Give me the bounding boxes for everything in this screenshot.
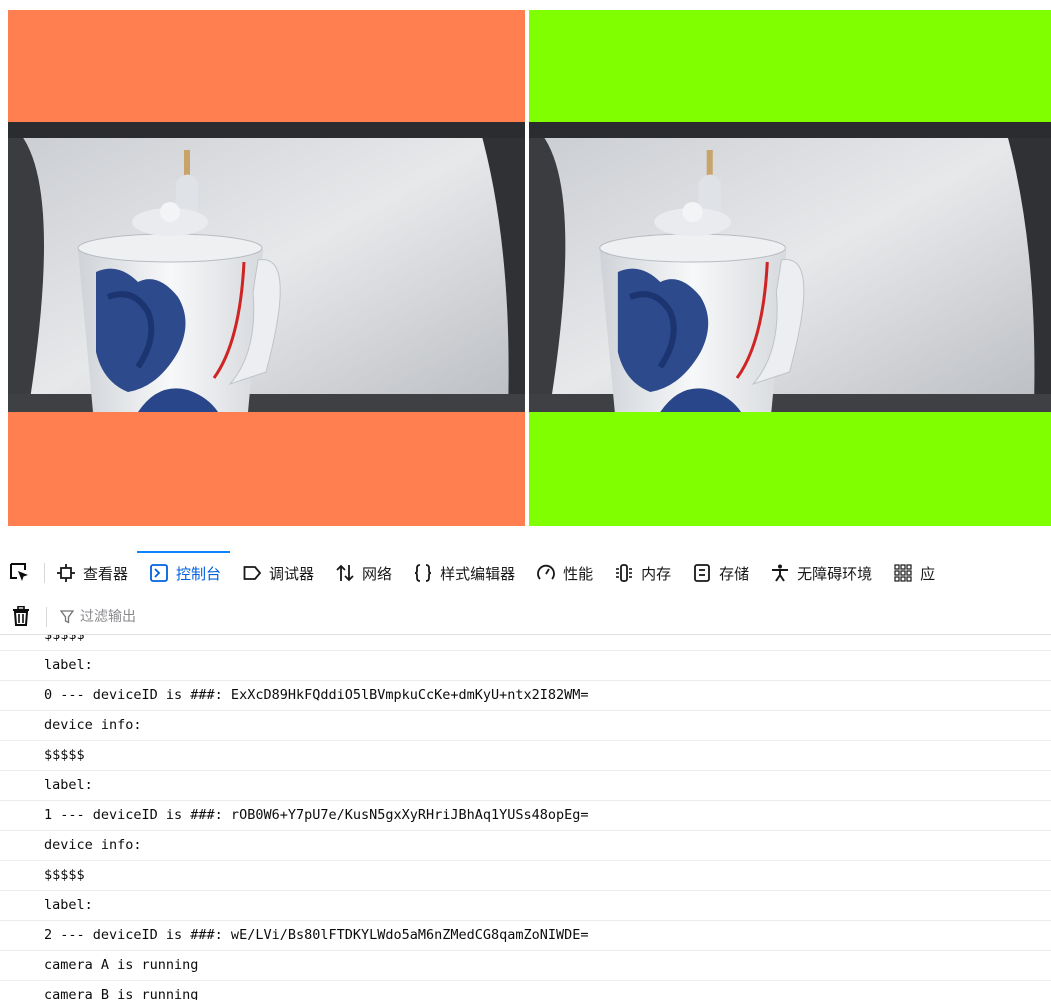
tab-label: 应 bbox=[920, 564, 936, 583]
filter-separator bbox=[46, 607, 47, 627]
tab-accessibility[interactable]: 无障碍环境 bbox=[758, 545, 881, 601]
camera-b-frame bbox=[529, 122, 1051, 412]
console-log-row: $$$$$ bbox=[0, 635, 1051, 651]
console-log-row: $$$$$ bbox=[0, 741, 1051, 771]
tab-label: 网络 bbox=[362, 564, 393, 583]
tab-label: 无障碍环境 bbox=[797, 564, 873, 583]
video-panel-b bbox=[529, 10, 1051, 526]
tab-label: 调试器 bbox=[269, 564, 315, 583]
tab-network[interactable]: 网络 bbox=[323, 545, 401, 601]
devtools-toolbar: 查看器 控制台 调试器 网络 样式编辑器 性能 内存 存储 无障碍环境 应 bbox=[0, 545, 1051, 602]
tab-label: 控制台 bbox=[176, 564, 222, 583]
camera-a-frame bbox=[8, 122, 525, 412]
tab-label: 性能 bbox=[563, 564, 594, 583]
console-filter-bar bbox=[0, 601, 1051, 635]
console-log-row: 2 --- deviceID is ###: wE/LVi/Bs80lFTDKY… bbox=[0, 921, 1051, 951]
console-log-row: camera A is running bbox=[0, 951, 1051, 981]
tab-label: 内存 bbox=[641, 564, 672, 583]
memory-icon bbox=[615, 564, 633, 582]
element-picker-icon[interactable] bbox=[8, 561, 30, 583]
console-output: $$$$$ label: 0 --- deviceID is ###: ExXcD8… bbox=[0, 635, 1051, 1000]
tab-label: 查看器 bbox=[83, 564, 129, 583]
storage-icon bbox=[693, 564, 711, 582]
tab-inspector[interactable]: 查看器 bbox=[44, 545, 137, 601]
console-lines: $$$$$ label: 0 --- deviceID is ###: ExXcD8… bbox=[0, 635, 1051, 1000]
tab-performance[interactable]: 性能 bbox=[524, 545, 602, 601]
camera-a-image bbox=[8, 122, 525, 412]
console-log-row: 0 --- deviceID is ###: ExXcD89HkFQddiO5l… bbox=[0, 681, 1051, 711]
inspector-icon bbox=[57, 564, 75, 582]
tab-storage[interactable]: 存储 bbox=[680, 545, 758, 601]
console-log-row: label: bbox=[0, 651, 1051, 681]
console-icon bbox=[150, 564, 168, 582]
filter-output-input[interactable] bbox=[78, 605, 482, 629]
tab-debugger[interactable]: 调试器 bbox=[230, 545, 323, 601]
console-log-row: device info: bbox=[0, 711, 1051, 741]
camera-b-image bbox=[529, 122, 1051, 412]
style-editor-icon bbox=[414, 564, 432, 582]
tab-style-editor[interactable]: 样式编辑器 bbox=[401, 545, 524, 601]
tab-memory[interactable]: 内存 bbox=[602, 545, 680, 601]
console-log-row: label: bbox=[0, 891, 1051, 921]
video-panel-a bbox=[8, 10, 525, 526]
console-log-row: camera B is running bbox=[0, 981, 1051, 1000]
devtools-tabs: 查看器 控制台 调试器 网络 样式编辑器 性能 内存 存储 无障碍环境 应 bbox=[44, 545, 944, 601]
accessibility-icon bbox=[771, 564, 789, 582]
console-log-row: 1 --- deviceID is ###: rOB0W6+Y7pU7e/Kus… bbox=[0, 801, 1051, 831]
filter-icon bbox=[60, 610, 74, 624]
tab-application[interactable]: 应 bbox=[881, 545, 944, 601]
performance-icon bbox=[537, 564, 555, 582]
console-log-row: device info: bbox=[0, 831, 1051, 861]
network-icon bbox=[336, 564, 354, 582]
console-log-row: label: bbox=[0, 771, 1051, 801]
tab-console[interactable]: 控制台 bbox=[137, 545, 231, 601]
debugger-icon bbox=[243, 564, 262, 582]
devtools-panel: 查看器控制台调试器网络样式编辑器性能内存存储无障碍环境应 $$$$$label:… bbox=[0, 545, 1051, 1000]
trash-icon[interactable] bbox=[12, 606, 30, 626]
console-log-row: $$$$$ bbox=[0, 861, 1051, 891]
tab-label: 存储 bbox=[719, 564, 750, 583]
tab-label: 样式编辑器 bbox=[440, 564, 516, 583]
application-icon bbox=[894, 564, 912, 582]
